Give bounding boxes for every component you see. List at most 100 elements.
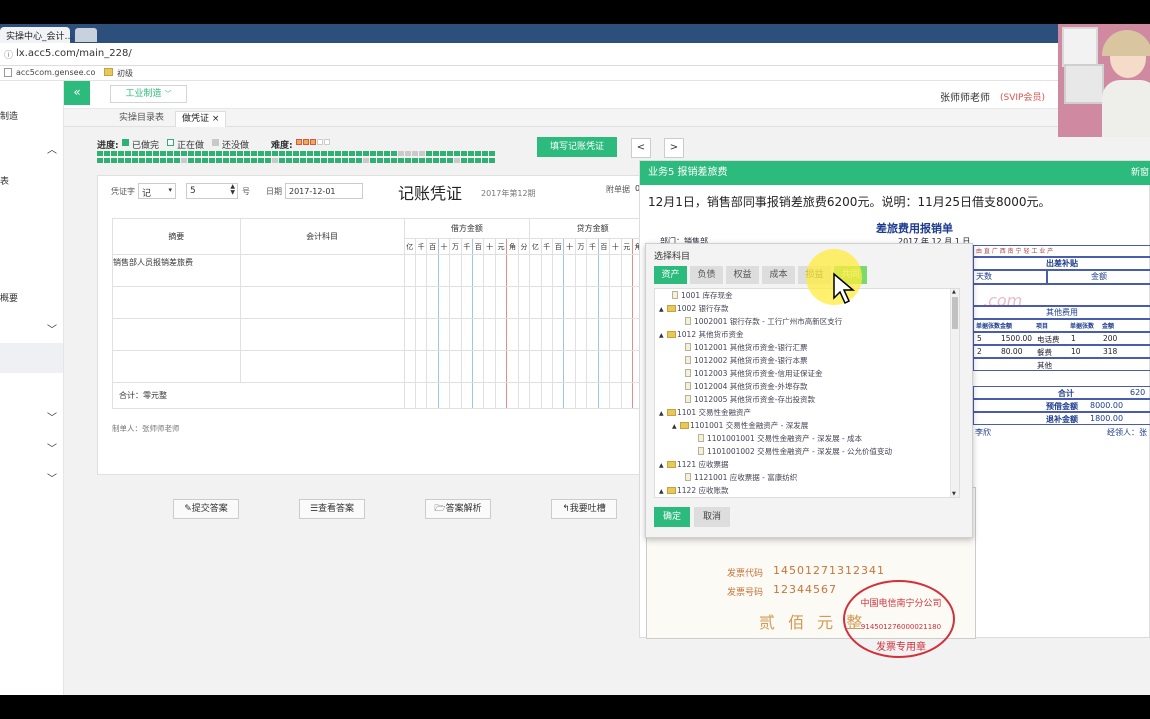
amount-cell[interactable] xyxy=(609,286,622,319)
amount-cell[interactable] xyxy=(529,350,542,383)
progress-cell[interactable] xyxy=(370,158,376,163)
progress-cell[interactable] xyxy=(300,151,306,156)
progress-cell[interactable] xyxy=(321,151,327,156)
progress-cell[interactable] xyxy=(391,158,397,163)
amount-cell[interactable] xyxy=(609,318,622,351)
amount-cell[interactable] xyxy=(586,350,599,383)
scroll-down-icon[interactable]: ▼ xyxy=(952,491,956,497)
tree-scrollbar[interactable]: ▲ ▼ xyxy=(950,289,959,497)
progress-cell[interactable] xyxy=(139,158,145,163)
new-tab-button[interactable] xyxy=(75,28,97,42)
progress-cell[interactable] xyxy=(377,151,383,156)
progress-cell[interactable] xyxy=(125,151,131,156)
progress-cell[interactable] xyxy=(216,151,222,156)
progress-cell[interactable] xyxy=(160,158,166,163)
scroll-up-icon[interactable]: ▲ xyxy=(952,289,956,295)
amount-cell[interactable] xyxy=(620,286,633,319)
progress-cell[interactable] xyxy=(335,158,341,163)
nav-item-summary[interactable]: 概要 xyxy=(0,291,18,304)
submit-answer-button[interactable]: ✎提交答案 xyxy=(173,499,239,519)
amount-cell[interactable] xyxy=(403,254,416,287)
amount-cell[interactable] xyxy=(449,254,462,287)
amount-cell[interactable] xyxy=(426,254,439,287)
progress-cell[interactable] xyxy=(230,158,236,163)
amount-cell[interactable] xyxy=(620,318,633,351)
browser-tab[interactable]: 实操中心_会计… × xyxy=(0,27,86,43)
table-row[interactable] xyxy=(112,286,656,319)
amount-cell[interactable] xyxy=(540,254,554,287)
tree-item[interactable]: 1101001001 交易性金融资产 - 深发展 - 成本 xyxy=(698,434,862,444)
amount-cell[interactable] xyxy=(403,318,416,351)
progress-cell[interactable] xyxy=(104,151,110,156)
amount-cell[interactable] xyxy=(529,286,542,319)
progress-cell[interactable] xyxy=(237,151,243,156)
progress-cell[interactable] xyxy=(384,158,390,163)
progress-cell[interactable] xyxy=(384,151,390,156)
progress-cell[interactable] xyxy=(293,151,299,156)
progress-cell[interactable] xyxy=(391,151,397,156)
amount-cell[interactable] xyxy=(414,350,428,383)
tree-item[interactable]: 1121001 应收票据 - 富康纺织 xyxy=(685,473,797,483)
progress-cell[interactable] xyxy=(461,151,467,156)
amount-cell[interactable] xyxy=(403,286,416,319)
amount-cell[interactable] xyxy=(414,286,428,319)
amount-cell[interactable] xyxy=(597,350,611,383)
amount-cell[interactable] xyxy=(494,286,508,319)
progress-cell[interactable] xyxy=(363,158,369,163)
amount-cell[interactable] xyxy=(517,350,531,383)
amount-cell[interactable] xyxy=(574,318,588,351)
progress-cell[interactable] xyxy=(223,151,229,156)
progress-cell[interactable] xyxy=(174,158,180,163)
amount-cell[interactable] xyxy=(586,286,599,319)
subject-tree[interactable]: 1001 库存现金 ▲ 1002 银行存款 1002001 银行存款 - 工行广州市高… xyxy=(654,288,960,498)
amount-cell[interactable] xyxy=(437,350,451,383)
progress-cell[interactable] xyxy=(209,151,215,156)
tree-item[interactable]: 1002001 银行存款 - 工行广州市高新区支行 xyxy=(685,317,842,327)
confirm-button[interactable]: 确定 xyxy=(654,507,690,527)
progress-cell[interactable] xyxy=(356,151,362,156)
amount-cell[interactable] xyxy=(460,254,474,287)
progress-cell[interactable] xyxy=(475,158,481,163)
progress-cell[interactable] xyxy=(153,151,159,156)
tree-item[interactable]: 1001 库存现金 xyxy=(672,291,732,301)
expand-arrow-icon[interactable]: ▲ xyxy=(672,422,680,432)
progress-cell[interactable] xyxy=(97,151,103,156)
progress-cell[interactable] xyxy=(468,158,474,163)
progress-cell[interactable] xyxy=(167,151,173,156)
progress-cell[interactable] xyxy=(209,158,215,163)
amount-cell[interactable] xyxy=(563,254,576,287)
bookmark-item[interactable]: acc5com.gensee.co xyxy=(16,68,95,77)
stepper-arrows-icon[interactable]: ▲ ▼ xyxy=(230,184,235,196)
close-icon[interactable]: × xyxy=(212,114,220,124)
amount-cell[interactable] xyxy=(609,254,622,287)
category-tab[interactable]: 权益 xyxy=(726,266,759,284)
next-button[interactable]: > xyxy=(664,138,684,158)
row-summary[interactable]: 销售部人员报销差旅费 xyxy=(112,254,241,287)
progress-cell[interactable] xyxy=(440,158,446,163)
amount-cell[interactable] xyxy=(472,254,485,287)
progress-cell[interactable] xyxy=(454,151,460,156)
progress-cell[interactable] xyxy=(244,151,250,156)
amount-cell[interactable] xyxy=(574,286,588,319)
amount-cell[interactable] xyxy=(540,350,554,383)
row-subject[interactable] xyxy=(239,286,405,319)
progress-cell[interactable] xyxy=(300,158,306,163)
progress-cell[interactable] xyxy=(482,158,488,163)
amount-cell[interactable] xyxy=(426,350,439,383)
amount-cell[interactable] xyxy=(551,350,565,383)
table-row[interactable]: 销售部人员报销差旅费 xyxy=(112,254,656,287)
tree-item[interactable]: 1101001002 交易性金融资产 - 深发展 - 公允价值变动 xyxy=(698,447,892,457)
amount-cell[interactable] xyxy=(563,286,576,319)
page-info-icon[interactable]: ⓘ xyxy=(4,48,13,61)
progress-cell[interactable] xyxy=(146,151,152,156)
progress-cell[interactable] xyxy=(370,151,376,156)
progress-cell[interactable] xyxy=(328,158,334,163)
amount-cell[interactable] xyxy=(517,286,531,319)
expand-arrow-icon[interactable]: ▲ xyxy=(659,409,667,419)
amount-cell[interactable] xyxy=(529,318,542,351)
amount-cell[interactable] xyxy=(494,254,508,287)
cancel-button[interactable]: 取消 xyxy=(694,507,730,527)
amount-cell[interactable] xyxy=(483,254,496,287)
progress-cell[interactable] xyxy=(244,158,250,163)
progress-cell[interactable] xyxy=(188,151,194,156)
